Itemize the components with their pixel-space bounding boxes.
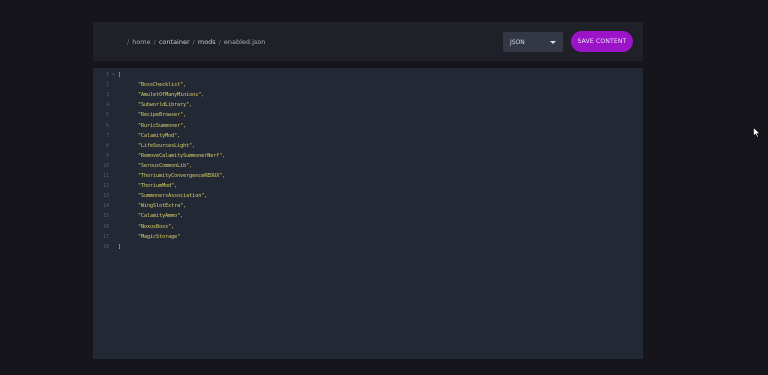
line-number: 15	[102, 213, 109, 220]
line-number: 16	[102, 223, 109, 230]
line-number: 12	[102, 183, 109, 190]
code-line: 12 "ThoriumMod",	[93, 181, 643, 191]
json-string-entry: "CalamityAmmo",	[138, 213, 184, 220]
json-string-entry: "WingSlotExtra",	[138, 203, 187, 210]
json-string-entry: "AmuletOfManyMinions",	[138, 92, 205, 99]
json-string-entry: "RemoveCalamitySummonerNerf",	[138, 152, 226, 159]
mouse-cursor-icon	[753, 127, 761, 138]
json-string-entry: "RecipeBrowser",	[138, 112, 187, 119]
open-bracket: [	[118, 72, 122, 78]
breadcrumb-separator: /	[127, 37, 130, 46]
line-number: 11	[102, 173, 109, 179]
line-number: 14	[102, 203, 109, 210]
code-line: 14 "WingSlotExtra",	[93, 201, 643, 211]
format-select-value: JSON	[510, 38, 525, 46]
code-line: 17 "MagicStorage"	[93, 232, 643, 242]
code-line: 7 "CalamityMod",	[93, 131, 643, 141]
json-string-entry: "RuricSummoner",	[138, 122, 187, 129]
code-line: 11 "ThoriumityConvergenceREDUX",	[93, 171, 643, 181]
code-line: 16 "NoxusBoss",	[93, 222, 643, 232]
line-number: 3	[105, 92, 109, 99]
json-string-entry: "SerousCommonLib",	[138, 162, 193, 169]
line-number: 9	[105, 152, 109, 159]
code-editor[interactable]: 1 ˅[2 "BossChecklist", 3 "AmuletOfManyMinion…	[93, 68, 643, 359]
breadcrumb-mods[interactable]: mods	[198, 38, 216, 46]
json-string-entry: "CalamityMod",	[138, 132, 181, 139]
code-line: 4 "SubworldLibrary",	[93, 100, 643, 110]
json-string-entry: "ThoriumMod",	[138, 183, 178, 190]
line-number: 4	[105, 102, 109, 109]
breadcrumb-separator: /	[192, 37, 195, 46]
json-string-entry: "MagicStorage"	[138, 233, 181, 240]
breadcrumb: / home / container / mods / enabled.json	[127, 22, 265, 61]
breadcrumb-file: enabled.json	[223, 37, 266, 46]
breadcrumb-separator: /	[153, 37, 156, 46]
chevron-down-icon	[550, 40, 556, 44]
code-line: 18]	[93, 242, 643, 252]
breadcrumb-home[interactable]: home	[132, 38, 150, 46]
code-line: 10 "SerousCommonLib",	[93, 161, 643, 171]
save-content-button[interactable]: SAVE CONTENT	[571, 31, 633, 52]
code-line: 13 "SummonersAssociation",	[93, 191, 643, 201]
json-string-entry: "NoxusBoss",	[138, 223, 175, 230]
line-number: 2	[105, 82, 109, 89]
fold-toggle-icon[interactable]: ˅	[112, 70, 115, 80]
line-number: 8	[105, 142, 109, 149]
line-number: 6	[105, 122, 109, 129]
json-string-entry: "SummonersAssociation",	[138, 193, 208, 200]
close-bracket: ]	[118, 243, 122, 250]
format-select[interactable]: JSON	[503, 32, 563, 52]
line-number: 18	[102, 243, 109, 250]
code-line: 3 "AmuletOfManyMinions",	[93, 90, 643, 100]
line-number: 5	[105, 112, 109, 119]
code-line: 15 "CalamityAmmo",	[93, 211, 643, 221]
line-number: 1	[105, 72, 109, 78]
code-line: 1 ˅[	[93, 70, 643, 80]
code-line: 9 "RemoveCalamitySummonerNerf",	[93, 151, 643, 161]
breadcrumb-container[interactable]: container	[159, 38, 190, 46]
file-header-bar: / home / container / mods / enabled.json…	[93, 22, 643, 61]
line-number: 17	[102, 233, 109, 240]
code-line: 6 "RuricSummoner",	[93, 121, 643, 131]
code-line: 5 "RecipeBrowser",	[93, 110, 643, 120]
json-string-entry: "ThoriumityConvergenceREDUX",	[138, 173, 226, 179]
line-number: 7	[105, 132, 109, 139]
json-string-entry: "LifeSourcesLight",	[138, 142, 196, 149]
json-string-entry: "SubworldLibrary",	[138, 102, 193, 109]
line-number: 10	[102, 162, 109, 169]
breadcrumb-separator: /	[218, 37, 221, 46]
json-string-entry: "BossChecklist",	[138, 82, 187, 89]
code-line: 8 "LifeSourcesLight",	[93, 141, 643, 151]
line-number: 13	[102, 193, 109, 200]
code-line: 2 "BossChecklist",	[93, 80, 643, 90]
